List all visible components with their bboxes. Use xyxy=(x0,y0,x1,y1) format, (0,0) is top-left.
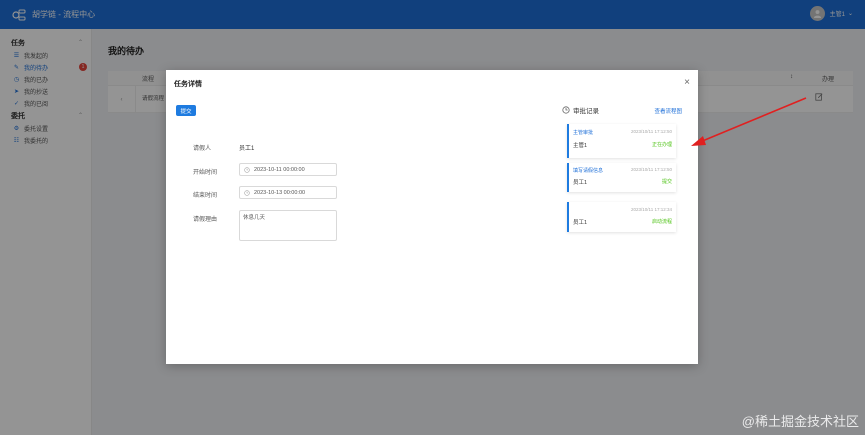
watermark: @稀土掘金技术社区 xyxy=(741,414,859,429)
annotation-arrow xyxy=(691,97,807,146)
